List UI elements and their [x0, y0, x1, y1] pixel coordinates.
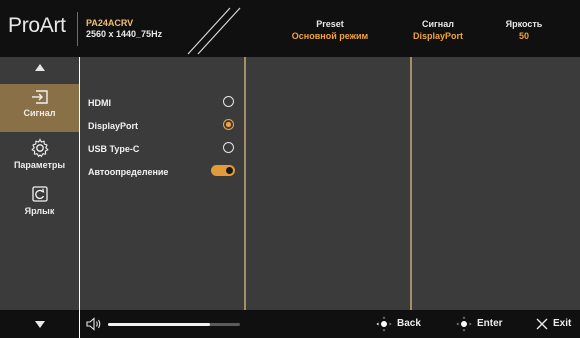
- triangle-down-icon: [34, 320, 45, 328]
- enter-button[interactable]: Enter: [477, 318, 503, 329]
- close-icon: [536, 318, 548, 330]
- scroll-up-button[interactable]: [0, 57, 79, 78]
- joystick-enter-icon: [456, 316, 472, 332]
- option-displayport-radio[interactable]: [223, 119, 234, 130]
- brand-logo: ProArt: [8, 14, 66, 37]
- exit-button[interactable]: Exit: [553, 318, 571, 329]
- sidebar-item-label: Ярлык: [24, 206, 55, 216]
- option-usbc-label[interactable]: USB Type-C: [88, 144, 139, 154]
- model-info: PA24ACRV 2560 x 1440_75Hz: [86, 18, 162, 40]
- option-displayport-label[interactable]: DisplayPort: [88, 121, 138, 131]
- triangle-up-icon: [34, 64, 45, 71]
- brightness-status: Яркость 50: [494, 18, 554, 42]
- brightness-label: Яркость: [505, 19, 543, 29]
- signal-status: Сигнал DisplayPort: [404, 18, 472, 42]
- scroll-down-button[interactable]: [0, 310, 79, 338]
- signal-value: DisplayPort: [412, 31, 463, 41]
- speaker-icon: [86, 317, 101, 331]
- model-name: PA24ACRV: [86, 18, 134, 28]
- preset-label: Preset: [316, 19, 344, 29]
- resolution-readout: 2560 x 1440_75Hz: [86, 29, 163, 39]
- volume-slider-fill: [108, 323, 210, 326]
- signal-label: Сигнал: [422, 19, 454, 29]
- joystick-back-icon: [376, 316, 392, 332]
- detail-panel: [412, 57, 580, 310]
- sidebar-item-shortcut[interactable]: Ярлык: [0, 180, 79, 228]
- sidebar-item-signal[interactable]: Сигнал: [0, 84, 79, 132]
- header-divider: [77, 12, 78, 46]
- settings-gear-icon: [30, 138, 49, 158]
- submenu-panel: [246, 57, 410, 310]
- auto-detect-toggle[interactable]: [211, 165, 235, 176]
- sidebar-item-label: Параметры: [13, 160, 66, 170]
- option-hdmi-label[interactable]: HDMI: [88, 98, 111, 108]
- option-usbc-radio[interactable]: [223, 142, 234, 153]
- sidebar-item-settings[interactable]: Параметры: [0, 134, 79, 182]
- input-icon: [31, 90, 48, 104]
- sidebar-item-label: Сигнал: [23, 108, 56, 118]
- preset-status: Preset Основной режим: [278, 18, 382, 42]
- decorative-slash-icon: [187, 7, 241, 55]
- option-hdmi-radio[interactable]: [223, 96, 234, 107]
- shortcut-icon: [31, 186, 48, 202]
- brightness-value: 50: [518, 31, 529, 41]
- options-panel: [80, 57, 244, 310]
- back-button[interactable]: Back: [397, 318, 421, 329]
- preset-value: Основной режим: [291, 31, 369, 41]
- auto-detect-label[interactable]: Автоопределение: [88, 167, 168, 177]
